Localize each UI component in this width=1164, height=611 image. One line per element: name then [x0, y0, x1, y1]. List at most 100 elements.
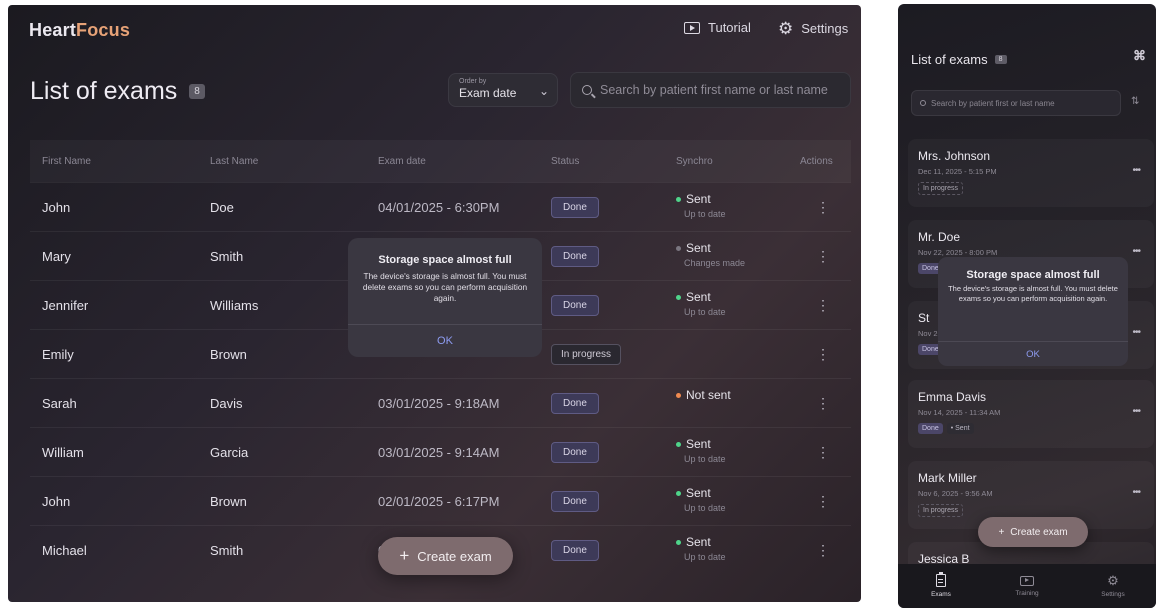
table-row[interactable]: John Brown 02/01/2025 - 6:17PM Done Sent Up… [30, 476, 851, 525]
phone-dialog-body: The device's storage is almost full. You… [948, 284, 1118, 303]
status-badge: Done [551, 245, 599, 267]
sync-dot [676, 246, 681, 252]
cell-last-name: Williams [210, 297, 259, 313]
cell-last-name: Brown [210, 493, 247, 509]
tutorial-button[interactable]: Tutorial [684, 20, 751, 35]
cell-last-name: Davis [210, 395, 243, 411]
exam-card-date: Nov 22, 2025 - 8:00 PM [918, 248, 998, 257]
cell-first-name: Sarah [42, 395, 77, 411]
table-row[interactable]: Sarah Davis 03/01/2025 - 9:18AM Done Not se… [30, 378, 851, 427]
storage-alert-dialog: Storage space almost full The device's s… [348, 238, 542, 357]
logo-prefix: Heart [29, 20, 77, 40]
status-badge: In progress [918, 182, 964, 195]
search-icon [920, 100, 926, 106]
gear-icon: ⚙ [778, 19, 794, 38]
phone-screen: List of exams 8 ⌘ ⇅ Mrs. Johnson Dec 11, … [898, 4, 1156, 608]
clipboard-icon [936, 572, 946, 587]
row-actions-menu-icon[interactable]: ⋮ [816, 444, 830, 461]
sync-badge-label: Sent [955, 425, 970, 432]
sync-status: Sent Up to date [676, 487, 726, 514]
sync-dot [676, 295, 681, 301]
more-options-icon[interactable]: ••• [1132, 165, 1140, 176]
exam-card-chips: In progress [918, 182, 964, 195]
exam-card[interactable]: Mrs. Johnson Dec 11, 2025 - 5:15 PM In pro… [908, 139, 1154, 207]
settings-button[interactable]: ⚙ Settings [778, 20, 848, 37]
tablet-screen: HeartFocus Tutorial ⚙ Settings List of e… [8, 5, 861, 602]
nav-tab-training[interactable]: Training [984, 564, 1070, 608]
row-actions-menu-icon[interactable]: ⋮ [816, 199, 830, 216]
col-status[interactable]: Status [551, 156, 579, 167]
nav-tab-exams-label: Exams [931, 591, 951, 598]
row-actions-menu-icon[interactable]: ⋮ [816, 297, 830, 314]
exam-card[interactable]: Emma Davis Nov 14, 2025 - 11:34 AM Done • S… [908, 380, 1154, 448]
sync-sub-label: Up to date [684, 503, 726, 514]
exam-card-chips: In progress [918, 504, 964, 517]
exam-count-badge: 8 [189, 84, 205, 99]
cell-first-name: Jennifer [42, 297, 89, 313]
order-by-label: Order by [459, 78, 487, 85]
sync-status: Sent Changes made [676, 242, 745, 269]
exam-card-name: Mr. Doe [918, 230, 961, 244]
more-options-icon[interactable]: ••• [1132, 327, 1140, 338]
more-options-icon[interactable]: ••• [1132, 487, 1140, 498]
cell-first-name: John [42, 199, 71, 215]
phone-search-bar[interactable] [911, 90, 1121, 116]
sync-status: Sent Up to date [676, 438, 726, 465]
exam-card-date: Nov 6, 2025 - 9:56 AM [918, 489, 993, 498]
logo-suffix: Focus [76, 20, 131, 40]
row-actions-menu-icon[interactable]: ⋮ [816, 542, 830, 559]
row-actions-menu-icon[interactable]: ⋮ [816, 395, 830, 412]
gear-icon: ⚙ [1107, 573, 1119, 588]
phone-dialog-title: Storage space almost full [966, 269, 1100, 281]
cell-exam-date: 03/01/2025 - 9:18AM [378, 395, 500, 411]
row-actions-menu-icon[interactable]: ⋮ [816, 493, 830, 510]
cell-exam-date: 04/01/2025 - 6:30PM [378, 199, 500, 215]
table-row[interactable]: John Doe 04/01/2025 - 6:30PM Done Sent Up t… [30, 182, 851, 231]
sync-label: Sent [686, 535, 711, 550]
sync-sub-label: Up to date [684, 552, 726, 563]
phone-storage-alert-dialog: Storage space almost full The device's s… [938, 257, 1128, 366]
cell-first-name: Michael [42, 542, 87, 558]
sort-icon[interactable]: ⇅ [1131, 96, 1139, 107]
phone-create-exam-button[interactable]: + Create exam [978, 517, 1088, 547]
cell-last-name: Smith [210, 248, 244, 264]
table-row[interactable]: William Garcia 03/01/2025 - 9:14AM Done Sen… [30, 427, 851, 476]
status-badge: Done [551, 392, 599, 414]
row-actions-menu-icon[interactable]: ⋮ [816, 248, 830, 265]
status-badge: In progress [551, 343, 622, 365]
col-last-name[interactable]: Last Name [210, 156, 258, 167]
more-options-icon[interactable]: ••• [1132, 406, 1140, 417]
table-header: First Name Last Name Exam date Status Sy… [30, 140, 851, 182]
exam-card-name: Mrs. Johnson [918, 149, 991, 163]
phone-title-text: List of exams [911, 52, 988, 67]
phone-page-title: List of exams 8 [911, 52, 1007, 67]
col-first-name[interactable]: First Name [42, 156, 91, 167]
bottom-nav: Exams Training ⚙ Settings [898, 564, 1156, 608]
cell-last-name: Brown [210, 346, 247, 362]
phone-search-input[interactable] [931, 98, 1120, 108]
sync-sub-label: Up to date [684, 454, 726, 465]
order-by-select[interactable]: Order by Exam date ⌄ [448, 73, 558, 107]
col-synchro[interactable]: Synchro [676, 156, 713, 167]
sync-status: Sent Up to date [676, 291, 726, 318]
col-exam-date[interactable]: Exam date [378, 156, 426, 167]
sync-dot [676, 442, 681, 448]
sync-dot [676, 491, 681, 497]
phone-dialog-ok-button[interactable]: OK [938, 341, 1128, 366]
search-input[interactable] [600, 83, 850, 97]
nav-tab-settings[interactable]: ⚙ Settings [1070, 564, 1156, 608]
device-icon[interactable]: ⌘ [1133, 48, 1147, 66]
cell-exam-date: 02/01/2025 - 6:17PM [378, 493, 500, 509]
exam-card-name: Emma Davis [918, 390, 987, 404]
search-bar[interactable] [570, 72, 851, 108]
exam-card-date: Dec 11, 2025 - 5:15 PM [918, 167, 997, 176]
row-actions-menu-icon[interactable]: ⋮ [816, 346, 830, 363]
sync-label: Sent [686, 290, 711, 305]
dialog-ok-button[interactable]: OK [348, 324, 542, 357]
create-exam-button[interactable]: + Create exam [378, 537, 513, 575]
nav-tab-exams[interactable]: Exams [898, 564, 984, 608]
col-actions: Actions [800, 155, 833, 167]
nav-tab-settings-label: Settings [1101, 591, 1125, 598]
more-options-icon[interactable]: ••• [1132, 246, 1140, 257]
cell-first-name: John [42, 493, 71, 509]
